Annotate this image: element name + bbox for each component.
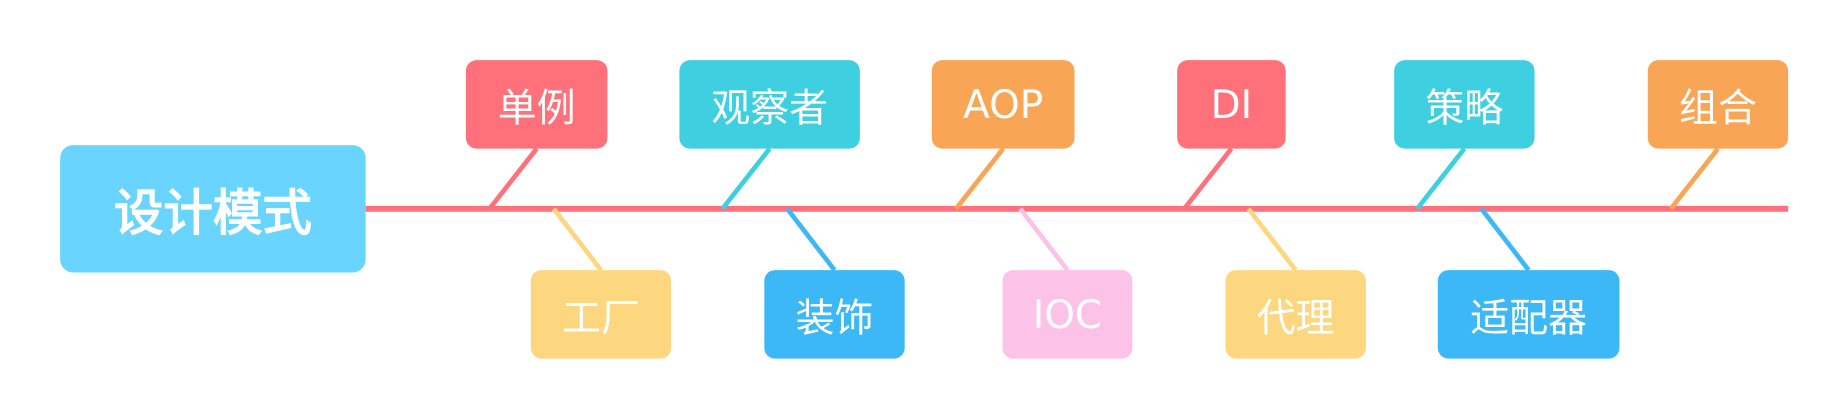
top-node[interactable]: 策略 bbox=[1394, 60, 1535, 149]
branch-line bbox=[1018, 207, 1070, 272]
top-node[interactable]: 组合 bbox=[1647, 60, 1789, 149]
center-node[interactable]: 设计模式 bbox=[60, 145, 366, 273]
branch-line bbox=[785, 207, 837, 272]
top-node[interactable]: AOP bbox=[931, 60, 1075, 149]
branch-line bbox=[1479, 207, 1531, 272]
top-node[interactable]: 观察者 bbox=[679, 60, 860, 149]
branch-line bbox=[551, 207, 603, 272]
branch-line bbox=[1415, 147, 1467, 211]
bottom-node[interactable]: 代理 bbox=[1225, 270, 1366, 359]
branch-line bbox=[1246, 207, 1298, 272]
bottom-node[interactable]: 装饰 bbox=[764, 270, 905, 359]
branch-line bbox=[954, 147, 1006, 211]
bottom-node[interactable]: 工厂 bbox=[530, 270, 672, 359]
bottom-node[interactable]: 适配器 bbox=[1437, 270, 1620, 359]
bottom-node[interactable]: IOC bbox=[1002, 270, 1133, 359]
branch-line bbox=[487, 147, 539, 211]
branch-line bbox=[720, 147, 772, 211]
branch-line bbox=[1182, 147, 1234, 211]
branch-line bbox=[1668, 147, 1720, 211]
fishbone-diagram: 设计模式 单例 观察者 AOP DI 策略 组合工厂 装饰 IOC 代理 适配器 bbox=[0, 0, 1840, 416]
top-node[interactable]: 单例 bbox=[465, 60, 608, 149]
top-node[interactable]: DI bbox=[1177, 60, 1286, 149]
